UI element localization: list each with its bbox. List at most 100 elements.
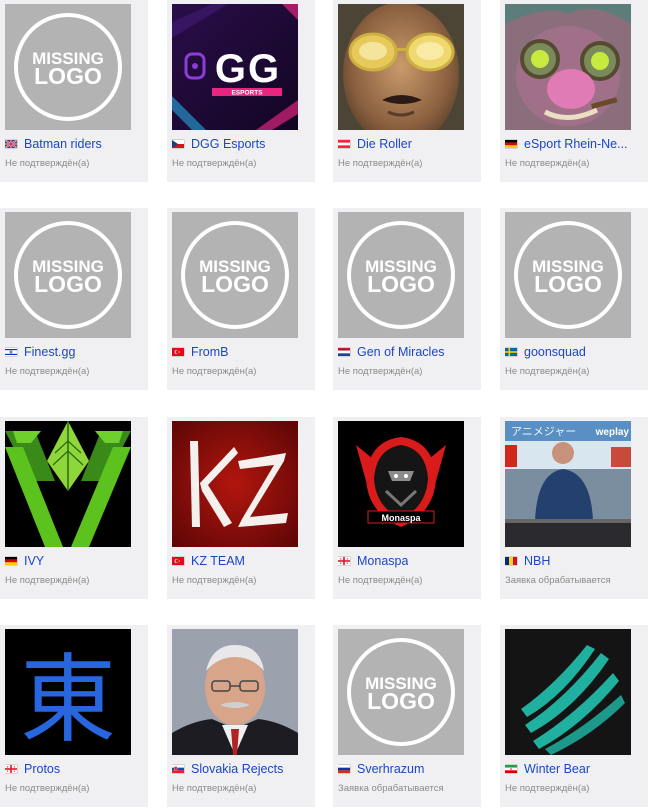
svg-text:GG: GG	[215, 47, 281, 91]
team-card-finest-gg[interactable]: MISSING LOGO Finest.gg Не подтверждён(а)	[0, 208, 148, 390]
team-name-row: Monaspa	[338, 553, 474, 569]
svg-text:LOGO: LOGO	[534, 271, 602, 297]
svg-text:LOGO: LOGO	[201, 271, 269, 297]
missing-logo[interactable]: MISSING LOGO	[172, 212, 298, 338]
team-name-row: Slovakia Rejects	[172, 761, 308, 777]
team-card-kz-team[interactable]: KZ TEAM Не подтверждён(а)	[167, 417, 315, 599]
team-name-link[interactable]: Protos	[24, 762, 60, 776]
team-name-link[interactable]: Winter Bear	[524, 762, 590, 776]
team-name-link[interactable]: KZ TEAM	[191, 554, 245, 568]
svg-text:LOGO: LOGO	[367, 688, 435, 714]
team-card-monaspa[interactable]: Monaspa Monaspa Не подтверждён(а)	[333, 417, 481, 599]
de-flag-icon	[5, 557, 17, 565]
se-flag-icon	[505, 348, 517, 356]
team-name-row: NBH	[505, 553, 641, 569]
team-card-fromb[interactable]: MISSING LOGO FromB Не подтверждён(а)	[167, 208, 315, 390]
svg-text:weplay: weplay	[595, 427, 630, 438]
team-name-row: Batman riders	[5, 136, 141, 152]
team-grid: MISSING LOGO Batman riders Не подтверждё…	[0, 0, 649, 810]
team-status: Заявка обрабатывается	[505, 575, 611, 586]
team-name-link[interactable]: Batman riders	[24, 137, 102, 151]
svg-text:LOGO: LOGO	[367, 271, 435, 297]
team-card-ivy[interactable]: IVY Не подтверждён(а)	[0, 417, 148, 599]
team-status: Не подтверждён(а)	[172, 783, 257, 794]
team-card-dgg-esports[interactable]: GG ESPORTS DGG Esports Не подтверждён(а)	[167, 0, 315, 182]
team-name-row: eSport Rhein-Ne...	[505, 136, 641, 152]
team-name-link[interactable]: Die Roller	[357, 137, 412, 151]
team-name-link[interactable]: Gen of Miracles	[357, 345, 445, 359]
svg-text:アニメジャー: アニメジャー	[511, 426, 576, 438]
team-name-row: DGG Esports	[172, 136, 308, 152]
sk-flag-icon	[172, 765, 184, 773]
ge-flag-icon	[338, 557, 350, 565]
team-card-die-roller[interactable]: Die Roller Не подтверждён(а)	[333, 0, 481, 182]
team-name-link[interactable]: Finest.gg	[24, 345, 75, 359]
team-name-link[interactable]: Monaspa	[357, 554, 408, 568]
dgg-logo[interactable]: GG ESPORTS	[172, 4, 298, 130]
team-status: Не подтверждён(а)	[338, 366, 423, 377]
team-card-sverhrazum[interactable]: MISSING LOGO Sverhrazum Заявка обрабатыв…	[333, 625, 481, 807]
team-status: Не подтверждён(а)	[5, 366, 90, 377]
team-status: Не подтверждён(а)	[172, 366, 257, 377]
missing-logo[interactable]: MISSING LOGO	[338, 212, 464, 338]
team-card-batman-riders[interactable]: MISSING LOGO Batman riders Не подтверждё…	[0, 0, 148, 182]
nbh-photo[interactable]: アニメジャー weplay	[505, 421, 631, 547]
ir-flag-icon	[505, 765, 517, 773]
il-flag-icon	[5, 348, 17, 356]
at-flag-icon	[338, 140, 350, 148]
goblin-logo[interactable]	[505, 4, 631, 130]
team-status: Не подтверждён(а)	[5, 158, 90, 169]
team-status: Не подтверждён(а)	[338, 158, 423, 169]
team-status: Заявка обрабатывается	[338, 783, 444, 794]
team-status: Не подтверждён(а)	[505, 366, 590, 377]
gb-flag-icon	[5, 140, 17, 148]
kz-logo[interactable]	[172, 421, 298, 547]
team-name-row: FromB	[172, 344, 308, 360]
team-card-winter-bear[interactable]: Winter Bear Не подтверждён(а)	[500, 625, 648, 807]
team-name-row: KZ TEAM	[172, 553, 308, 569]
svg-text:Monaspa: Monaspa	[381, 513, 421, 523]
team-card-nbh[interactable]: アニメジャー weplay NBH Заявка обрабатывается	[500, 417, 648, 599]
team-name-link[interactable]: IVY	[24, 554, 44, 568]
team-name-link[interactable]: Sverhrazum	[357, 762, 424, 776]
tr-flag-icon	[172, 348, 184, 356]
team-name-link[interactable]: goonsquad	[524, 345, 586, 359]
team-name-row: Gen of Miracles	[338, 344, 474, 360]
team-status: Не подтверждён(а)	[505, 783, 590, 794]
team-name-link[interactable]: eSport Rhein-Ne...	[524, 137, 628, 151]
team-name-link[interactable]: DGG Esports	[191, 137, 265, 151]
ru-flag-icon	[338, 765, 350, 773]
missing-logo[interactable]: MISSING LOGO	[338, 629, 464, 755]
winter-bear-logo[interactable]	[505, 629, 631, 755]
ge-flag-icon	[5, 765, 17, 773]
team-status: Не подтверждён(а)	[5, 575, 90, 586]
slovakia-photo[interactable]	[172, 629, 298, 755]
team-name-link[interactable]: Slovakia Rejects	[191, 762, 283, 776]
team-name-row: Finest.gg	[5, 344, 141, 360]
svg-text:東: 東	[20, 644, 116, 755]
cz-flag-icon	[172, 140, 184, 148]
team-status: Не подтверждён(а)	[338, 575, 423, 586]
team-status: Не подтверждён(а)	[5, 783, 90, 794]
team-status: Не подтверждён(а)	[172, 575, 257, 586]
team-card-esport-rhein-ne[interactable]: eSport Rhein-Ne... Не подтверждён(а)	[500, 0, 648, 182]
missing-logo[interactable]: MISSING LOGO	[505, 212, 631, 338]
team-card-slovakia-rejects[interactable]: Slovakia Rejects Не подтверждён(а)	[167, 625, 315, 807]
monaspa-logo[interactable]: Monaspa	[338, 421, 464, 547]
team-name-row: Sverhrazum	[338, 761, 474, 777]
ivy-logo[interactable]	[5, 421, 131, 547]
missing-logo[interactable]: MISSING LOGO	[5, 212, 131, 338]
protos-logo[interactable]: 東	[5, 629, 131, 755]
team-card-gen-of-miracles[interactable]: MISSING LOGO Gen of Miracles Не подтверж…	[333, 208, 481, 390]
die-roller-photo[interactable]	[338, 4, 464, 130]
team-name-link[interactable]: FromB	[191, 345, 229, 359]
team-name-row: Winter Bear	[505, 761, 641, 777]
team-card-goonsquad[interactable]: MISSING LOGO goonsquad Не подтверждён(а)	[500, 208, 648, 390]
nl-flag-icon	[338, 348, 350, 356]
missing-logo[interactable]: MISSING LOGO	[5, 4, 131, 130]
de-flag-icon	[505, 140, 517, 148]
team-card-protos[interactable]: 東 Protos Не подтверждён(а)	[0, 625, 148, 807]
team-name-link[interactable]: NBH	[524, 554, 550, 568]
team-name-row: IVY	[5, 553, 141, 569]
team-name-row: Die Roller	[338, 136, 474, 152]
